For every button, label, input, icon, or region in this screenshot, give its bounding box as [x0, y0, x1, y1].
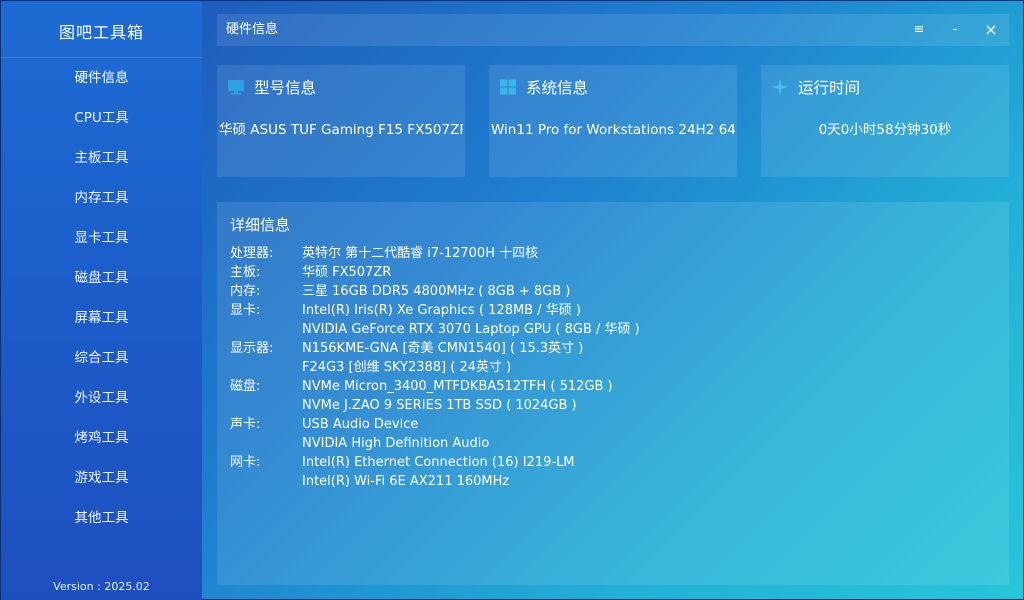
sidebar-item-peripheral-tools[interactable]: 外设工具 — [1, 378, 202, 418]
monitor-icon — [227, 78, 245, 96]
detail-row-disk: 磁盘: NVMe Micron_3400_MTFDKBA512TFH ( 512… — [230, 377, 990, 396]
detail-label — [230, 472, 302, 491]
detail-label — [230, 434, 302, 453]
system-card-value: Win11 Pro for Workstations 24H2 64位 — [491, 122, 735, 138]
detail-label: 显卡: — [230, 303, 261, 318]
uptime-card-value: 0天0小时58分钟30秒 — [818, 122, 952, 138]
detail-row-audio: 声卡: USB Audio Device — [230, 415, 990, 434]
detail-panel: 详细信息 处理器: 英特尔 第十二代酷睿 i7-12700H 十四核 主板: 华… — [217, 202, 1009, 585]
sidebar-item-screen-tools[interactable]: 屏幕工具 — [1, 298, 202, 338]
detail-row-gpu: 显卡: Intel(R) Iris(R) Xe Graphics ( 128MB… — [230, 301, 990, 320]
detail-row-network: 网卡: Intel(R) Ethernet Connection (16) I2… — [230, 453, 990, 472]
app-window: 图吧工具箱 硬件信息 CPU工具 主板工具 内存工具 显卡工具 磁盘工具 屏幕工… — [0, 0, 1024, 600]
sidebar-item-memory-tools[interactable]: 内存工具 — [1, 178, 202, 218]
sidebar-item-hardware-info[interactable]: 硬件信息 — [1, 58, 202, 98]
detail-value: 三星 16GB DDR5 4800MHz ( 8GB + 8GB ) — [302, 284, 571, 299]
sidebar: 图吧工具箱 硬件信息 CPU工具 主板工具 内存工具 显卡工具 磁盘工具 屏幕工… — [1, 1, 202, 600]
detail-label — [230, 396, 302, 415]
detail-row-cpu: 处理器: 英特尔 第十二代酷睿 i7-12700H 十四核 — [230, 244, 990, 263]
detail-row-display-2: F24G3 [创维 SKY2388] ( 24英寸 ) — [230, 358, 990, 377]
model-card-value: 华硕 ASUS TUF Gaming F15 FX507ZR_F — [219, 122, 463, 138]
sidebar-item-other-tools[interactable]: 其他工具 — [1, 498, 202, 538]
detail-row-network-2: Intel(R) Wi-Fi 6E AX211 160MHz — [230, 472, 990, 491]
sidebar-item-motherboard-tools[interactable]: 主板工具 — [1, 138, 202, 178]
uptime-card-header: 运行时间 — [771, 75, 860, 99]
windows-icon — [499, 78, 517, 96]
sidebar-item-gpu-tools[interactable]: 显卡工具 — [1, 218, 202, 258]
detail-row-display: 显示器: N156KME-GNA [奇美 CMN1540] ( 15.3英寸 ) — [230, 339, 990, 358]
detail-value: USB Audio Device — [302, 417, 419, 432]
page-title: 硬件信息 — [226, 22, 279, 37]
version-label: Version : 2025.02 — [53, 580, 150, 593]
system-info-card: 系统信息 Win11 Pro for Workstations 24H2 64位 — [489, 65, 737, 177]
detail-label: 显示器: — [230, 341, 274, 356]
detail-title: 详细信息 — [230, 216, 291, 234]
detail-value: Intel(R) Wi-Fi 6E AX211 160MHz — [302, 474, 510, 489]
sparkle-icon — [771, 78, 789, 96]
detail-row-audio-2: NVIDIA High Definition Audio — [230, 434, 990, 453]
detail-label: 处理器: — [230, 246, 274, 261]
detail-value: Intel(R) Ethernet Connection (16) I219-L… — [302, 455, 575, 470]
uptime-card-title: 运行时间 — [798, 79, 861, 97]
detail-value: N156KME-GNA [奇美 CMN1540] ( 15.3英寸 ) — [302, 341, 584, 356]
sidebar-item-disk-tools[interactable]: 磁盘工具 — [1, 258, 202, 298]
detail-value: NVIDIA GeForce RTX 3070 Laptop GPU ( 8GB… — [302, 322, 640, 337]
detail-row-memory: 内存: 三星 16GB DDR5 4800MHz ( 8GB + 8GB ) — [230, 282, 990, 301]
detail-label: 磁盘: — [230, 379, 261, 394]
detail-value: NVMe J.ZAO 9 SERIES 1TB SSD ( 1024GB ) — [302, 398, 577, 413]
detail-label — [230, 358, 302, 377]
detail-value: NVIDIA High Definition Audio — [302, 436, 490, 451]
model-card-header: 型号信息 — [227, 75, 316, 99]
detail-row-gpu-2: NVIDIA GeForce RTX 3070 Laptop GPU ( 8GB… — [230, 320, 990, 339]
uptime-card: 运行时间 0天0小时58分钟30秒 — [761, 65, 1009, 177]
minimize-button[interactable]: - — [937, 14, 973, 46]
system-card-title: 系统信息 — [526, 79, 589, 97]
sidebar-item-cpu-tools[interactable]: CPU工具 — [1, 98, 202, 138]
sidebar-item-stress-tools[interactable]: 烤鸡工具 — [1, 418, 202, 458]
system-card-header: 系统信息 — [499, 75, 588, 99]
detail-label: 声卡: — [230, 417, 261, 432]
sidebar-item-game-tools[interactable]: 游戏工具 — [1, 458, 202, 498]
detail-value: NVMe Micron_3400_MTFDKBA512TFH ( 512GB ) — [302, 379, 613, 394]
detail-value: 华硕 FX507ZR — [302, 265, 392, 280]
model-card-title: 型号信息 — [254, 79, 317, 97]
app-title: 图吧工具箱 — [58, 23, 144, 42]
detail-label — [230, 320, 302, 339]
detail-row-motherboard: 主板: 华硕 FX507ZR — [230, 263, 990, 282]
sidebar-item-general-tools[interactable]: 综合工具 — [1, 338, 202, 378]
model-info-card: 型号信息 华硕 ASUS TUF Gaming F15 FX507ZR_F — [217, 65, 465, 177]
detail-value: 英特尔 第十二代酷睿 i7-12700H 十四核 — [302, 246, 539, 261]
detail-value: F24G3 [创维 SKY2388] ( 24英寸 ) — [302, 360, 512, 375]
detail-row-disk-2: NVMe J.ZAO 9 SERIES 1TB SSD ( 1024GB ) — [230, 396, 990, 415]
detail-rows: 处理器: 英特尔 第十二代酷睿 i7-12700H 十四核 主板: 华硕 FX5… — [230, 244, 990, 491]
detail-label: 网卡: — [230, 455, 261, 470]
titlebar: 硬件信息 ≡ - × — [217, 14, 1009, 46]
sidebar-nav: 硬件信息 CPU工具 主板工具 内存工具 显卡工具 磁盘工具 屏幕工具 综合工具… — [1, 58, 202, 538]
detail-label: 主板: — [230, 265, 261, 280]
menu-button[interactable]: ≡ — [901, 14, 937, 46]
detail-value: Intel(R) Iris(R) Xe Graphics ( 128MB / 华… — [302, 303, 581, 318]
close-button[interactable]: × — [973, 14, 1009, 46]
detail-label: 内存: — [230, 284, 261, 299]
